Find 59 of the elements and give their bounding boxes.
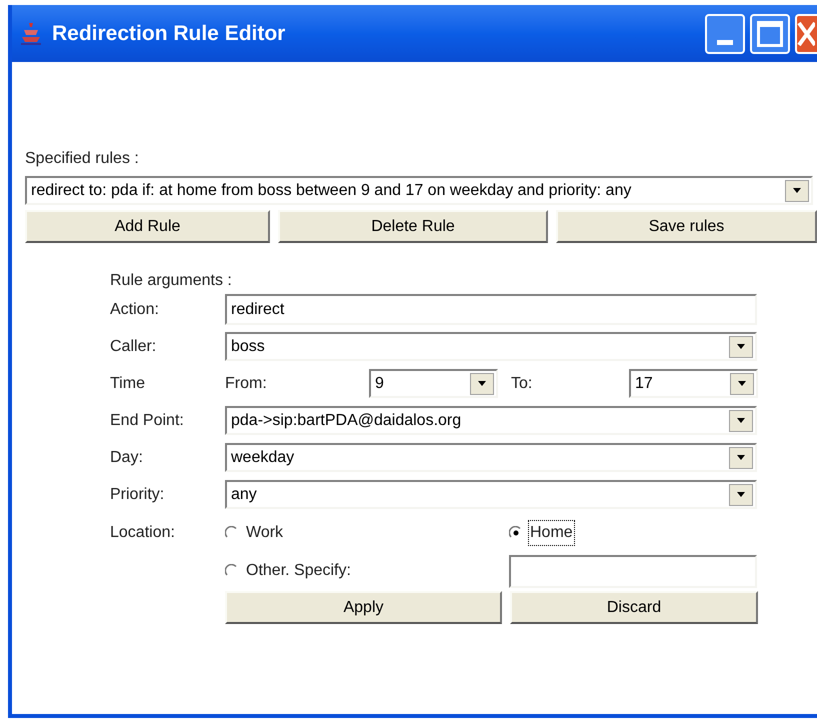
dropdown-arrow-icon: [737, 492, 745, 497]
close-icon: [797, 20, 815, 46]
field-label: Time: [110, 374, 146, 394]
dropdown-arrow-icon: [737, 455, 745, 460]
radio-button[interactable]: [509, 526, 523, 540]
dropdown-value: 17: [634, 374, 654, 394]
dropdown-arrow-button[interactable]: [729, 410, 753, 432]
text-field[interactable]: [509, 554, 757, 588]
dropdown-arrow-icon: [737, 344, 745, 349]
push-button[interactable]: Apply: [225, 591, 502, 624]
field-label: Caller:: [110, 336, 158, 356]
dropdown-arrow-button[interactable]: [729, 484, 753, 506]
minimize-button[interactable]: [705, 14, 745, 54]
field-label: Day:: [110, 448, 144, 468]
dropdown-arrow-button[interactable]: [730, 372, 754, 394]
push-button[interactable]: Add Rule: [25, 210, 270, 243]
dropdown-value: pda->sip:bartPDA@daidalos.org: [230, 410, 462, 430]
field-label: End Point:: [110, 410, 185, 430]
text-field[interactable]: redirect: [225, 294, 757, 325]
dropdown-arrow-button[interactable]: [785, 180, 809, 202]
dropdown-arrow-button[interactable]: [470, 372, 494, 394]
dropdown-arrow-icon: [738, 381, 746, 386]
radio-button[interactable]: [225, 526, 239, 540]
field-label: Priority:: [110, 484, 166, 504]
section-label: Specified rules :: [25, 149, 140, 167]
push-button[interactable]: Save rules: [556, 210, 817, 243]
dropdown[interactable]: any: [225, 480, 757, 509]
close-button[interactable]: [795, 14, 817, 54]
dropdown-value: any: [230, 484, 258, 504]
dropdown[interactable]: weekday: [225, 443, 757, 472]
minimize-icon: [717, 40, 733, 44]
dropdown-arrow-icon: [793, 188, 801, 193]
dropdown[interactable]: redirect to: pda if: at home from boss between 9 and 17 on weekday and priority: any: [25, 176, 813, 205]
field-label: From:: [225, 374, 268, 394]
field-label: Location:: [110, 523, 176, 543]
dropdown-arrow-button[interactable]: [729, 336, 753, 358]
dropdown[interactable]: pda->sip:bartPDA@daidalos.org: [225, 406, 757, 435]
push-button[interactable]: Discard: [510, 591, 758, 624]
maximize-button[interactable]: [750, 14, 790, 54]
field-label: Action:: [110, 300, 160, 320]
field-label: To:: [511, 374, 534, 394]
dropdown-arrow-icon: [478, 381, 486, 386]
dropdown[interactable]: boss: [225, 332, 757, 361]
dropdown[interactable]: 17: [629, 369, 758, 398]
dropdown-value: weekday: [230, 448, 296, 468]
radio-button[interactable]: [225, 564, 239, 578]
dropdown-value: redirect to: pda if: at home from boss between 9 and 17 on weekday and priority: any: [30, 180, 632, 200]
dropdown-value: boss: [230, 336, 266, 356]
dropdown-arrow-button[interactable]: [729, 446, 753, 468]
push-button[interactable]: Delete Rule: [278, 210, 548, 243]
dropdown-arrow-icon: [737, 418, 745, 423]
dropdown[interactable]: 9: [369, 369, 498, 398]
radio-label[interactable]: Other. Specify:: [244, 558, 353, 584]
section-label: Rule arguments :: [110, 271, 233, 289]
radio-label[interactable]: Work: [244, 520, 286, 546]
window-title: Redirection Rule Editor: [52, 20, 286, 47]
maximize-icon: [757, 20, 783, 46]
radio-label[interactable]: Home: [528, 520, 575, 546]
dropdown-value: 9: [374, 374, 385, 394]
